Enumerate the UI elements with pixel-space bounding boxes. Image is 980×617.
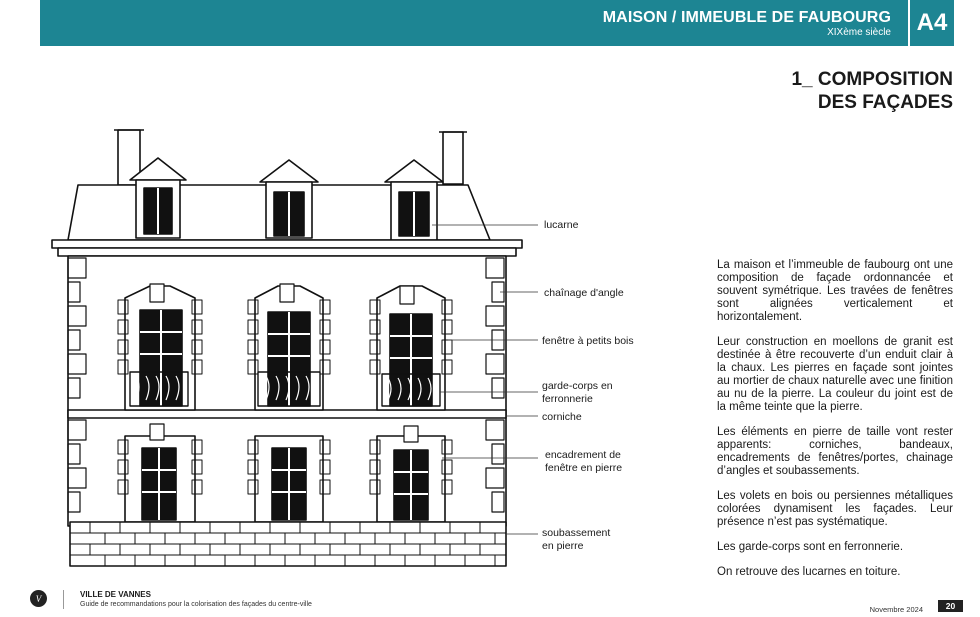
upper-window-center [247,285,331,411]
header-title: MAISON / IMMEUBLE DE FAUBOURG [602,9,891,26]
footer-city: VILLE DE VANNES [80,590,151,599]
label-soubassement-line1: soubassement [542,527,611,539]
label-garde-corps: garde-corps en ferronnerie [542,380,613,406]
section-title-line2: DES FAÇADES [817,92,953,113]
dormer-center [259,159,319,239]
label-soubassement-line2: en pierre [542,540,584,552]
label-encadrement-line1: encadrement de [545,449,621,461]
label-garde-corps-line2: ferronnerie [542,393,593,405]
body-text: La maison et l’immeuble de faubourg ont … [717,259,953,591]
body-paragraph: La maison et l’immeuble de faubourg ont … [717,259,953,323]
footer-guide-title: Guide de recommandations pour la coloris… [80,601,312,608]
section-title-line1: 1_ COMPOSITION [791,69,953,90]
label-garde-corps-line1: garde-corps en [542,380,613,392]
body-paragraph: Les garde-corps sont en ferronnerie. [717,541,904,553]
city-logo: V [30,590,47,607]
label-encadrement-line2: fenêtre en pierre [545,462,623,474]
label-encadrement: encadrement de fenêtre en pierre [545,449,622,475]
page-number: 20 [938,600,963,612]
label-chainage: chaînage d'angle [544,287,624,299]
label-fenetre: fenêtre à petits bois [542,335,634,347]
body-paragraph: On retrouve des lucarnes en toiture. [717,566,901,578]
lower-window-left [117,423,203,523]
lower-window-center [247,435,331,523]
upper-window-right [369,285,453,411]
header-subtitle: XIXème siècle [827,27,891,38]
header-banner: MAISON / IMMEUBLE DE FAUBOURG XIXème siè… [40,0,908,46]
label-lucarne: lucarne [544,219,579,231]
body-paragraph: Les éléments en pierre de taille vont re… [717,426,953,477]
section-code-badge: A4 [910,0,954,46]
dormer-right [384,159,444,241]
section-title: 1_ COMPOSITION DES FAÇADES [791,68,953,114]
upper-window-left [117,285,203,411]
body-paragraph: Leur construction en moellons de granit … [717,336,953,413]
label-soubassement: soubassement en pierre [542,527,610,553]
footer-date: Novembre 2024 [869,605,923,614]
label-corniche: corniche [542,411,582,423]
body-paragraph: Les volets en bois ou persiennes métalli… [717,490,953,528]
footer-divider [63,590,64,609]
lower-window-right [369,425,453,523]
